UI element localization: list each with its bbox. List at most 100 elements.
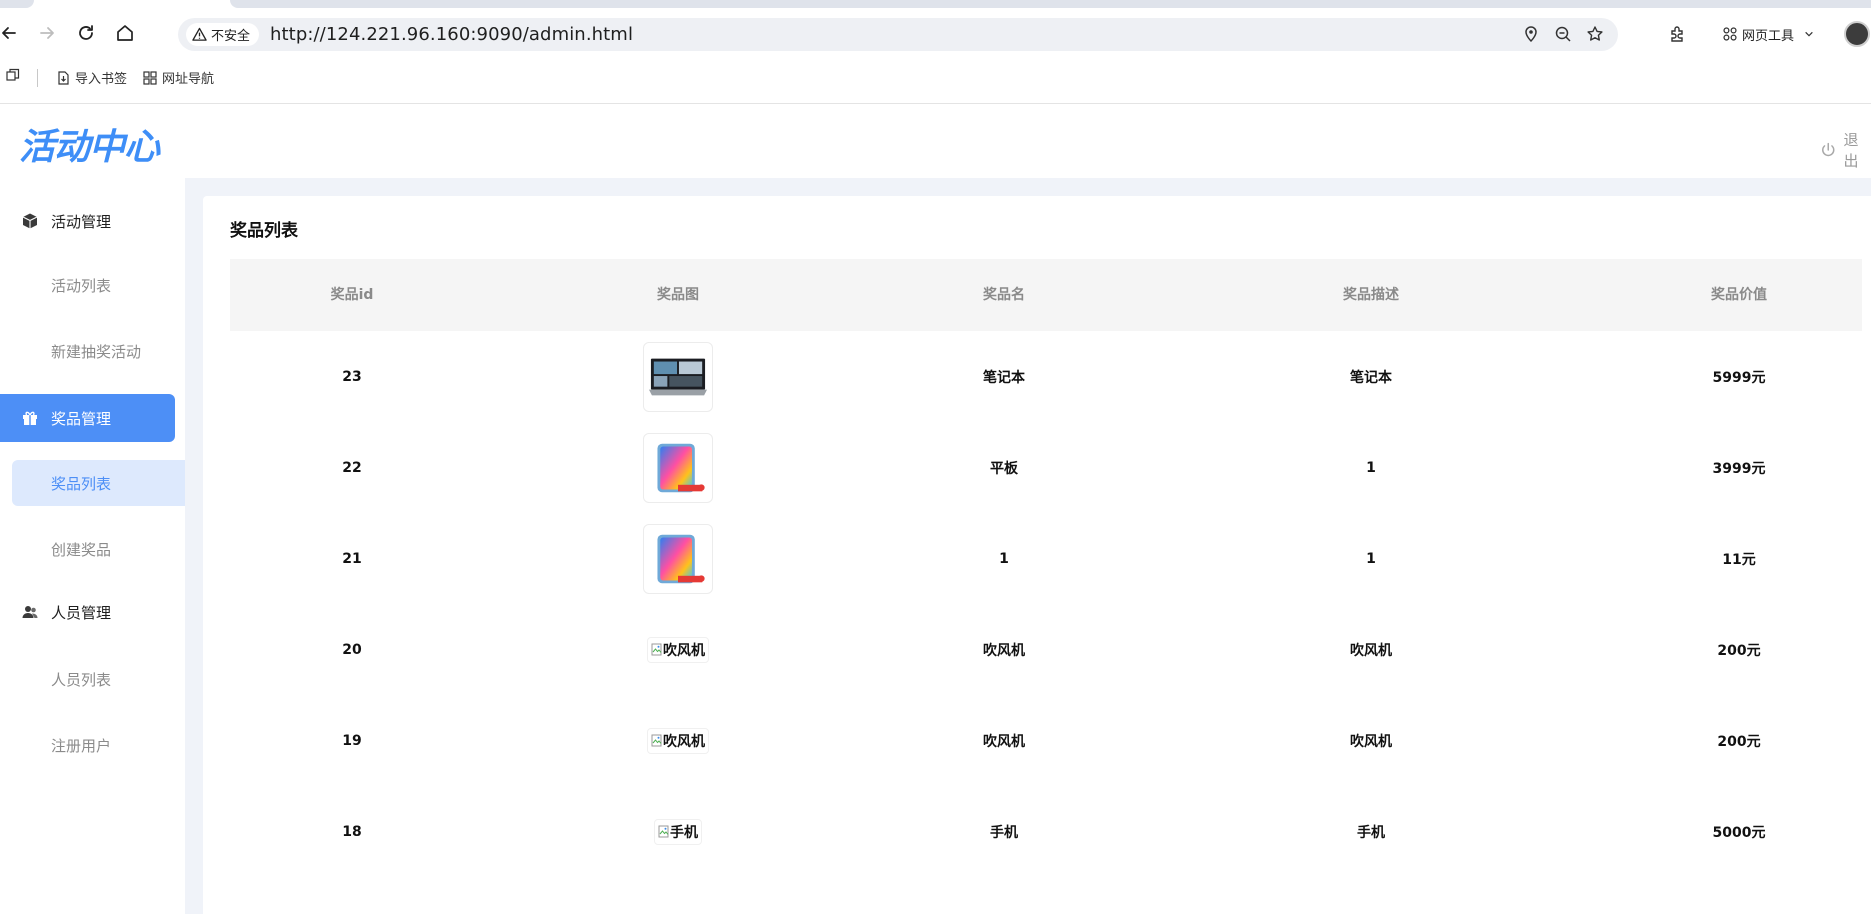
column-header-value: 奖品价值 <box>1711 287 1767 303</box>
cube-icon <box>20 211 40 231</box>
sidebar-item-label: 奖品列表 <box>51 474 112 493</box>
security-indicator[interactable]: 不安全 <box>186 23 260 46</box>
prize-thumbnail-broken[interactable]: 手机 <box>654 818 702 845</box>
page-title: 奖品列表 <box>230 221 298 241</box>
sidebar-item-label: 活动列表 <box>51 276 112 295</box>
web-tools-menu[interactable]: 网页工具 <box>1722 25 1814 44</box>
logout-label: 退出 <box>1843 131 1859 170</box>
table-row: 19 吹风机 吹风机 吹风机 200元 <box>230 695 1862 786</box>
sidebar-item-create-prize[interactable]: 创建奖品 <box>0 526 185 572</box>
app-logo[interactable]: 活动中心 <box>19 118 160 170</box>
home-icon <box>117 25 133 41</box>
prize-thumbnail-broken[interactable]: 吹风机 <box>647 727 709 754</box>
sidebar-group-label: 活动管理 <box>51 212 112 231</box>
cell-name: 平板 <box>990 460 1018 477</box>
cell-description: 1 <box>1366 459 1376 476</box>
sidebar-item-people-list[interactable]: 人员列表 <box>0 656 185 702</box>
url-text[interactable]: http://124.221.96.160:9090/admin.html <box>270 24 633 45</box>
tablet-image <box>657 534 705 583</box>
cell-description: 1 <box>1366 550 1376 567</box>
cell-description: 手机 <box>1357 824 1385 841</box>
prize-table: 奖品id 奖品图 奖品名 奖品描述 奖品价值 23 笔记本 笔记本 5999元 22 平板… <box>230 259 1862 877</box>
reload-icon <box>79 25 93 40</box>
bookmarks-divider <box>37 69 38 87</box>
sidebar-group-activity[interactable]: 活动管理 <box>0 197 175 245</box>
prize-thumbnail[interactable] <box>643 523 713 594</box>
sidebar: 活动管理 活动列表 新建抽奖活动 奖品管理 奖品列表 创建奖品 人员管理 人员列… <box>0 178 185 914</box>
bookmark-import[interactable]: 导入书签 <box>56 68 127 87</box>
browser-right-tools: 网页工具 <box>1666 21 1871 47</box>
table-row: 23 笔记本 笔记本 5999元 <box>230 331 1862 422</box>
table-body: 23 笔记本 笔记本 5999元 22 平板 1 3999元 21 1 1 11元 20 吹风机 吹风机 吹风… <box>230 331 1862 877</box>
cell-description: 吹风机 <box>1350 642 1392 659</box>
profile-avatar[interactable] <box>1844 21 1871 47</box>
cell-image: 手机 <box>474 786 882 877</box>
sidebar-group-prizes[interactable]: 奖品管理 <box>0 394 175 442</box>
arrow-left-icon <box>2 27 16 39</box>
inactive-tab-edge[interactable] <box>0 0 34 8</box>
bookmark-label: 网址导航 <box>162 72 215 87</box>
cell-image <box>474 513 882 604</box>
sidebar-item-prize-list[interactable]: 奖品列表 <box>12 460 185 506</box>
arrow-right-icon <box>40 27 54 39</box>
sidebar-item-label: 创建奖品 <box>51 540 112 559</box>
column-header-name: 奖品名 <box>983 287 1025 303</box>
logout-button[interactable]: 退出 <box>1820 129 1871 171</box>
bookmarks-bar: 导入书签 网址导航 <box>0 64 1871 90</box>
image-alt-text: 手机 <box>670 824 698 841</box>
forward-button[interactable] <box>32 18 62 48</box>
sidebar-group-label: 人员管理 <box>51 603 112 622</box>
copy-tabs-icon <box>6 68 20 81</box>
chevron-down-icon <box>1805 31 1813 37</box>
cell-value: 5000元 <box>1712 824 1766 841</box>
cell-image: 吹风机 <box>474 604 882 695</box>
image-alt-text: 吹风机 <box>663 642 705 659</box>
cell-value: 11元 <box>1722 551 1756 568</box>
sidebar-item-label: 人员列表 <box>51 670 112 689</box>
prize-thumbnail[interactable] <box>643 432 713 503</box>
cell-value: 200元 <box>1717 642 1761 659</box>
sidebar-item-new-lottery[interactable]: 新建抽奖活动 <box>0 328 185 374</box>
image-alt-text: 吹风机 <box>663 733 705 750</box>
sidebar-item-label: 注册用户 <box>51 736 112 755</box>
broken-image-icon <box>658 825 669 838</box>
sidebar-item-label: 新建抽奖活动 <box>51 342 142 361</box>
cell-name: 笔记本 <box>983 369 1025 386</box>
power-icon <box>1822 142 1835 157</box>
tab-actions-button[interactable] <box>6 68 20 82</box>
zoom-out-icon[interactable] <box>1552 23 1574 45</box>
cell-description: 吹风机 <box>1350 733 1392 750</box>
extensions-icon[interactable] <box>1666 23 1688 45</box>
home-button[interactable] <box>110 18 140 48</box>
table-row: 21 1 1 11元 <box>230 513 1862 604</box>
tablet-image <box>657 443 705 492</box>
bookmark-navigation[interactable]: 网址导航 <box>143 68 214 87</box>
web-tools-label: 网页工具 <box>1742 28 1795 44</box>
reload-button[interactable] <box>71 18 101 48</box>
star-icon[interactable] <box>1584 23 1606 45</box>
prize-thumbnail-broken[interactable]: 吹风机 <box>647 636 709 663</box>
sidebar-group-people[interactable]: 人员管理 <box>0 588 175 636</box>
cell-name: 吹风机 <box>983 642 1025 659</box>
cell-value: 3999元 <box>1712 460 1766 477</box>
cell-image <box>474 422 882 513</box>
browser-toolbar: 不安全 http://124.221.96.160:9090/admin.htm… <box>0 14 1871 54</box>
address-bar[interactable]: 不安全 http://124.221.96.160:9090/admin.htm… <box>178 18 1618 51</box>
sidebar-item-register-user[interactable]: 注册用户 <box>0 722 185 768</box>
prize-list-card: 奖品列表 奖品id 奖品图 奖品名 奖品描述 奖品价值 23 笔记本 笔记本 5999… <box>203 196 1871 914</box>
back-button[interactable] <box>0 18 24 48</box>
warning-icon <box>192 27 207 41</box>
cell-id: 21 <box>342 550 362 567</box>
table-header: 奖品id 奖品图 奖品名 奖品描述 奖品价值 <box>230 259 1862 331</box>
prize-thumbnail[interactable] <box>643 341 713 412</box>
sidebar-item-activity-list[interactable]: 活动列表 <box>0 262 185 308</box>
laptop-image <box>649 358 707 395</box>
location-pin-icon[interactable] <box>1520 23 1542 45</box>
sidebar-group-label: 奖品管理 <box>51 409 112 428</box>
grid-icon <box>143 70 157 85</box>
active-tab-edge[interactable] <box>230 0 1871 8</box>
cell-id: 20 <box>342 641 362 658</box>
address-bar-actions <box>1520 23 1606 45</box>
cell-id: 19 <box>342 732 362 749</box>
app-header: 活动中心 退出 <box>0 104 1871 178</box>
